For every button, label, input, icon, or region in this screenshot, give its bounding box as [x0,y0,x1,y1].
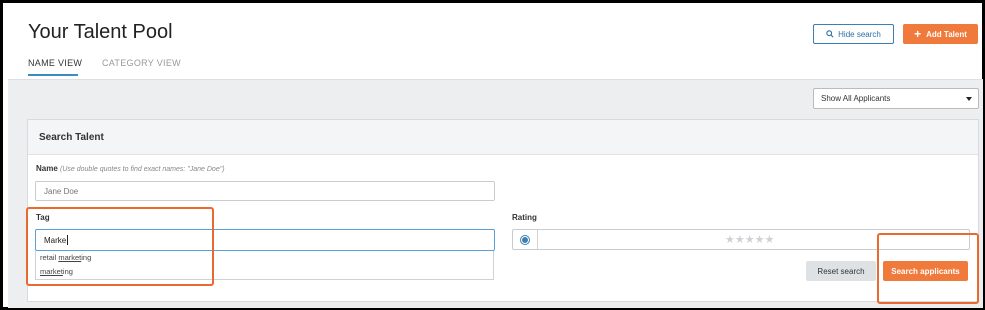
active-tab-indicator [28,74,78,76]
rating-radio[interactable] [520,234,530,245]
tag-input[interactable]: Marke [35,229,495,251]
star-icon[interactable]: ★ [745,234,755,246]
screenshot-frame: Your Talent Pool NAME VIEW CATEGORY VIEW… [0,0,985,310]
rating-control: ★★★★★ [512,229,970,250]
search-applicants-button[interactable]: Search applicants [883,261,968,281]
name-label-text: Name [36,164,58,173]
star-icon[interactable]: ★ [765,234,775,246]
name-input[interactable] [35,181,495,201]
text-cursor [67,235,69,245]
suggestion-match: market [40,267,63,276]
name-field-label: Name (Use double quotes to find exact na… [36,164,225,173]
card-title: Search Talent [39,132,104,143]
add-talent-label: Add Talent [926,29,967,39]
hide-search-label: Hide search [838,29,881,39]
radio-dot [522,236,528,243]
star-icon[interactable]: ★ [725,234,735,246]
add-talent-button[interactable]: + Add Talent [903,24,978,44]
hide-search-button[interactable]: Hide search [813,24,894,44]
tag-suggestion-item[interactable]: marketing [40,267,73,276]
page-title: Your Talent Pool [28,21,173,43]
name-hint: (Use double quotes to find exact names: … [60,166,225,173]
tab-name-view[interactable]: NAME VIEW [28,58,82,68]
plus-icon: + [914,27,922,41]
caret-down-icon [966,97,972,101]
applicant-filter-value: Show All Applicants [821,94,891,103]
rating-stars: ★★★★★ [725,233,774,246]
reset-search-button[interactable]: Reset search [806,261,876,281]
tag-suggestion-item[interactable]: retail marketing [40,253,91,262]
tag-field-label: Tag [36,213,50,222]
rating-field-label: Rating [512,213,537,222]
star-icon[interactable]: ★ [755,234,765,246]
tag-input-value: Marke [44,235,67,245]
tab-category-view[interactable]: CATEGORY VIEW [102,58,181,68]
search-icon [826,30,834,38]
rating-radio-cell [513,230,538,249]
tag-suggestion-dropdown: retail marketing marketing [35,251,494,280]
suggestion-match: market [58,253,82,262]
star-icon[interactable]: ★ [735,234,745,246]
applicant-filter-select[interactable]: Show All Applicants [813,88,979,109]
card-header: Search Talent [28,120,978,155]
